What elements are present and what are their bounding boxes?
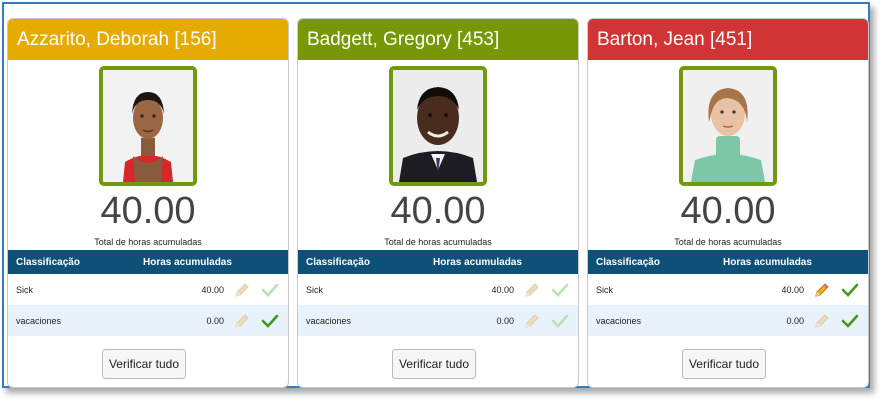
column-hours: Horas acumuladas [433, 257, 522, 268]
employee-photo [99, 66, 197, 186]
pencil-icon[interactable] [523, 281, 541, 299]
employee-photo [389, 66, 487, 186]
total-hours-value: 40.00 [100, 190, 196, 232]
column-hours: Horas acumuladas [143, 257, 232, 268]
hours-cell: 40.00 [491, 285, 514, 295]
table-row: vacaciones 0.00 [298, 305, 578, 336]
total-hours-caption: Total de horas acumuladas [674, 237, 782, 247]
verify-all-button[interactable]: Verificar tudo [102, 349, 186, 379]
verify-all-button[interactable]: Verificar tudo [682, 349, 766, 379]
classification-cell: vacaciones [306, 316, 352, 326]
total-hours-value: 40.00 [680, 190, 776, 232]
hours-cell: 0.00 [206, 316, 224, 326]
hours-table: Classificação Horas acumuladas Sick 40.0… [298, 250, 578, 336]
classification-cell: Sick [596, 285, 614, 295]
checkmark-icon[interactable] [841, 312, 859, 330]
window-frame: Azzarito, Deborah [156] 40.00 Total de h… [2, 2, 870, 388]
employee-photo [679, 66, 777, 186]
classification-cell: vacaciones [596, 316, 642, 326]
hours-table: Classificação Horas acumuladas Sick 40.0… [8, 250, 288, 336]
checkmark-icon[interactable] [551, 312, 569, 330]
table-header: Classificação Horas acumuladas [588, 250, 868, 274]
table-row: vacaciones 0.00 [588, 305, 868, 336]
column-classification: Classificação [306, 257, 370, 268]
verify-all-button[interactable]: Verificar tudo [392, 349, 476, 379]
employee-card: Barton, Jean [451] 40.00 Total de horas … [587, 18, 869, 388]
table-row: vacaciones 0.00 [8, 305, 288, 336]
pencil-icon[interactable] [523, 312, 541, 330]
pencil-icon[interactable] [233, 312, 251, 330]
classification-cell: vacaciones [16, 316, 62, 326]
table-row: Sick 40.00 [8, 274, 288, 305]
total-hours-caption: Total de horas acumuladas [94, 237, 202, 247]
employee-name-header: Barton, Jean [451] [588, 19, 868, 60]
employee-name-header: Azzarito, Deborah [156] [8, 19, 288, 60]
pencil-icon[interactable] [813, 281, 831, 299]
table-header: Classificação Horas acumuladas [298, 250, 578, 274]
classification-cell: Sick [306, 285, 324, 295]
column-classification: Classificação [596, 257, 660, 268]
classification-cell: Sick [16, 285, 34, 295]
hours-table: Classificação Horas acumuladas Sick 40.0… [588, 250, 868, 336]
hours-cell: 0.00 [786, 316, 804, 326]
table-row: Sick 40.00 [588, 274, 868, 305]
employee-card: Badgett, Gregory [453] 40.00 Total de ho… [297, 18, 579, 388]
table-row: Sick 40.00 [298, 274, 578, 305]
checkmark-icon[interactable] [841, 281, 859, 299]
hours-cell: 40.00 [201, 285, 224, 295]
pencil-icon[interactable] [813, 312, 831, 330]
checkmark-icon[interactable] [261, 281, 279, 299]
table-header: Classificação Horas acumuladas [8, 250, 288, 274]
employee-name-header: Badgett, Gregory [453] [298, 19, 578, 60]
checkmark-icon[interactable] [551, 281, 569, 299]
total-hours-caption: Total de horas acumuladas [384, 237, 492, 247]
pencil-icon[interactable] [233, 281, 251, 299]
hours-cell: 40.00 [781, 285, 804, 295]
column-classification: Classificação [16, 257, 80, 268]
total-hours-value: 40.00 [390, 190, 486, 232]
checkmark-icon[interactable] [261, 312, 279, 330]
column-hours: Horas acumuladas [723, 257, 812, 268]
hours-cell: 0.00 [496, 316, 514, 326]
employee-card: Azzarito, Deborah [156] 40.00 Total de h… [7, 18, 289, 388]
